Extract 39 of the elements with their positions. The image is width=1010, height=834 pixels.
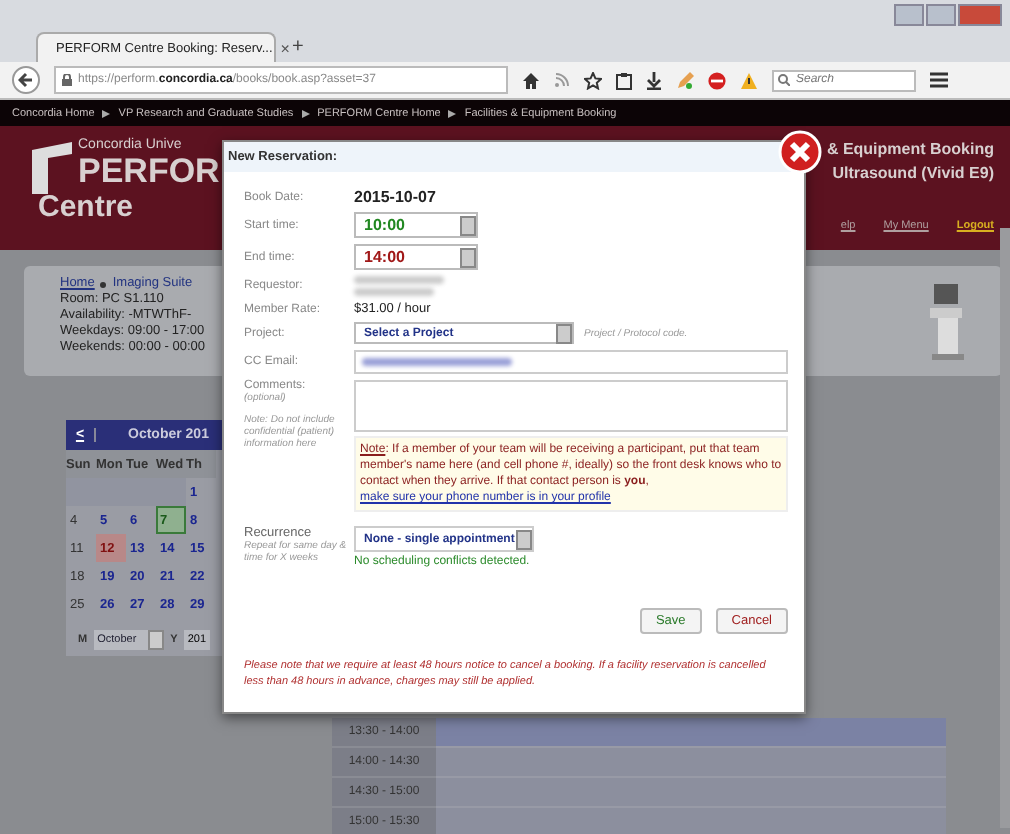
rss-icon[interactable]: [554, 72, 570, 88]
clipboard-icon[interactable]: [616, 71, 632, 89]
stop-sign-icon[interactable]: [708, 71, 726, 89]
start-time-select[interactable]: 10:00: [354, 212, 478, 238]
maximize-button[interactable]: [926, 4, 956, 26]
time-slot-cell[interactable]: [436, 808, 946, 834]
lock-icon: [62, 74, 72, 86]
back-button[interactable]: [12, 66, 40, 94]
triangle-icon: [102, 109, 111, 117]
arrow-icon: [18, 72, 34, 88]
cc-email-field[interactable]: [354, 350, 788, 374]
close-icon[interactable]: [778, 130, 822, 174]
logo-title: PERFOR: [78, 152, 220, 192]
time-slot-cell[interactable]: [436, 748, 946, 778]
menu-icon[interactable]: [930, 72, 948, 88]
book-date-value: 2015-10-07: [354, 188, 438, 206]
close-button[interactable]: [958, 4, 1002, 26]
home-icon[interactable]: [522, 71, 540, 89]
download-icon[interactable]: [646, 71, 662, 89]
triangle-icon: [448, 109, 457, 117]
tab-close-button[interactable]: ×: [280, 39, 290, 57]
dot-icon: [100, 281, 107, 287]
logo-icon: [32, 142, 72, 194]
pencil-icon[interactable]: [676, 71, 694, 89]
triangle-icon: [301, 109, 310, 117]
scrollbar[interactable]: [1000, 228, 1010, 828]
new-tab-button[interactable]: +: [292, 36, 304, 58]
time-slot-cell[interactable]: [436, 778, 946, 808]
warning-icon[interactable]: [740, 71, 758, 89]
minimize-button[interactable]: [894, 4, 924, 26]
page-title: & Equipment Booking: [826, 138, 994, 162]
asset-name: Ultrasound (Vivid E9): [832, 162, 994, 186]
star-icon[interactable]: [584, 71, 602, 89]
time-slot-cell[interactable]: [436, 718, 946, 748]
ultrasound-machine-drawing: [926, 284, 970, 364]
logo-subtitle: Centre: [38, 192, 136, 224]
search-icon: [778, 74, 790, 86]
comments-field[interactable]: [354, 380, 788, 432]
end-time-select[interactable]: 14:00: [354, 244, 478, 270]
